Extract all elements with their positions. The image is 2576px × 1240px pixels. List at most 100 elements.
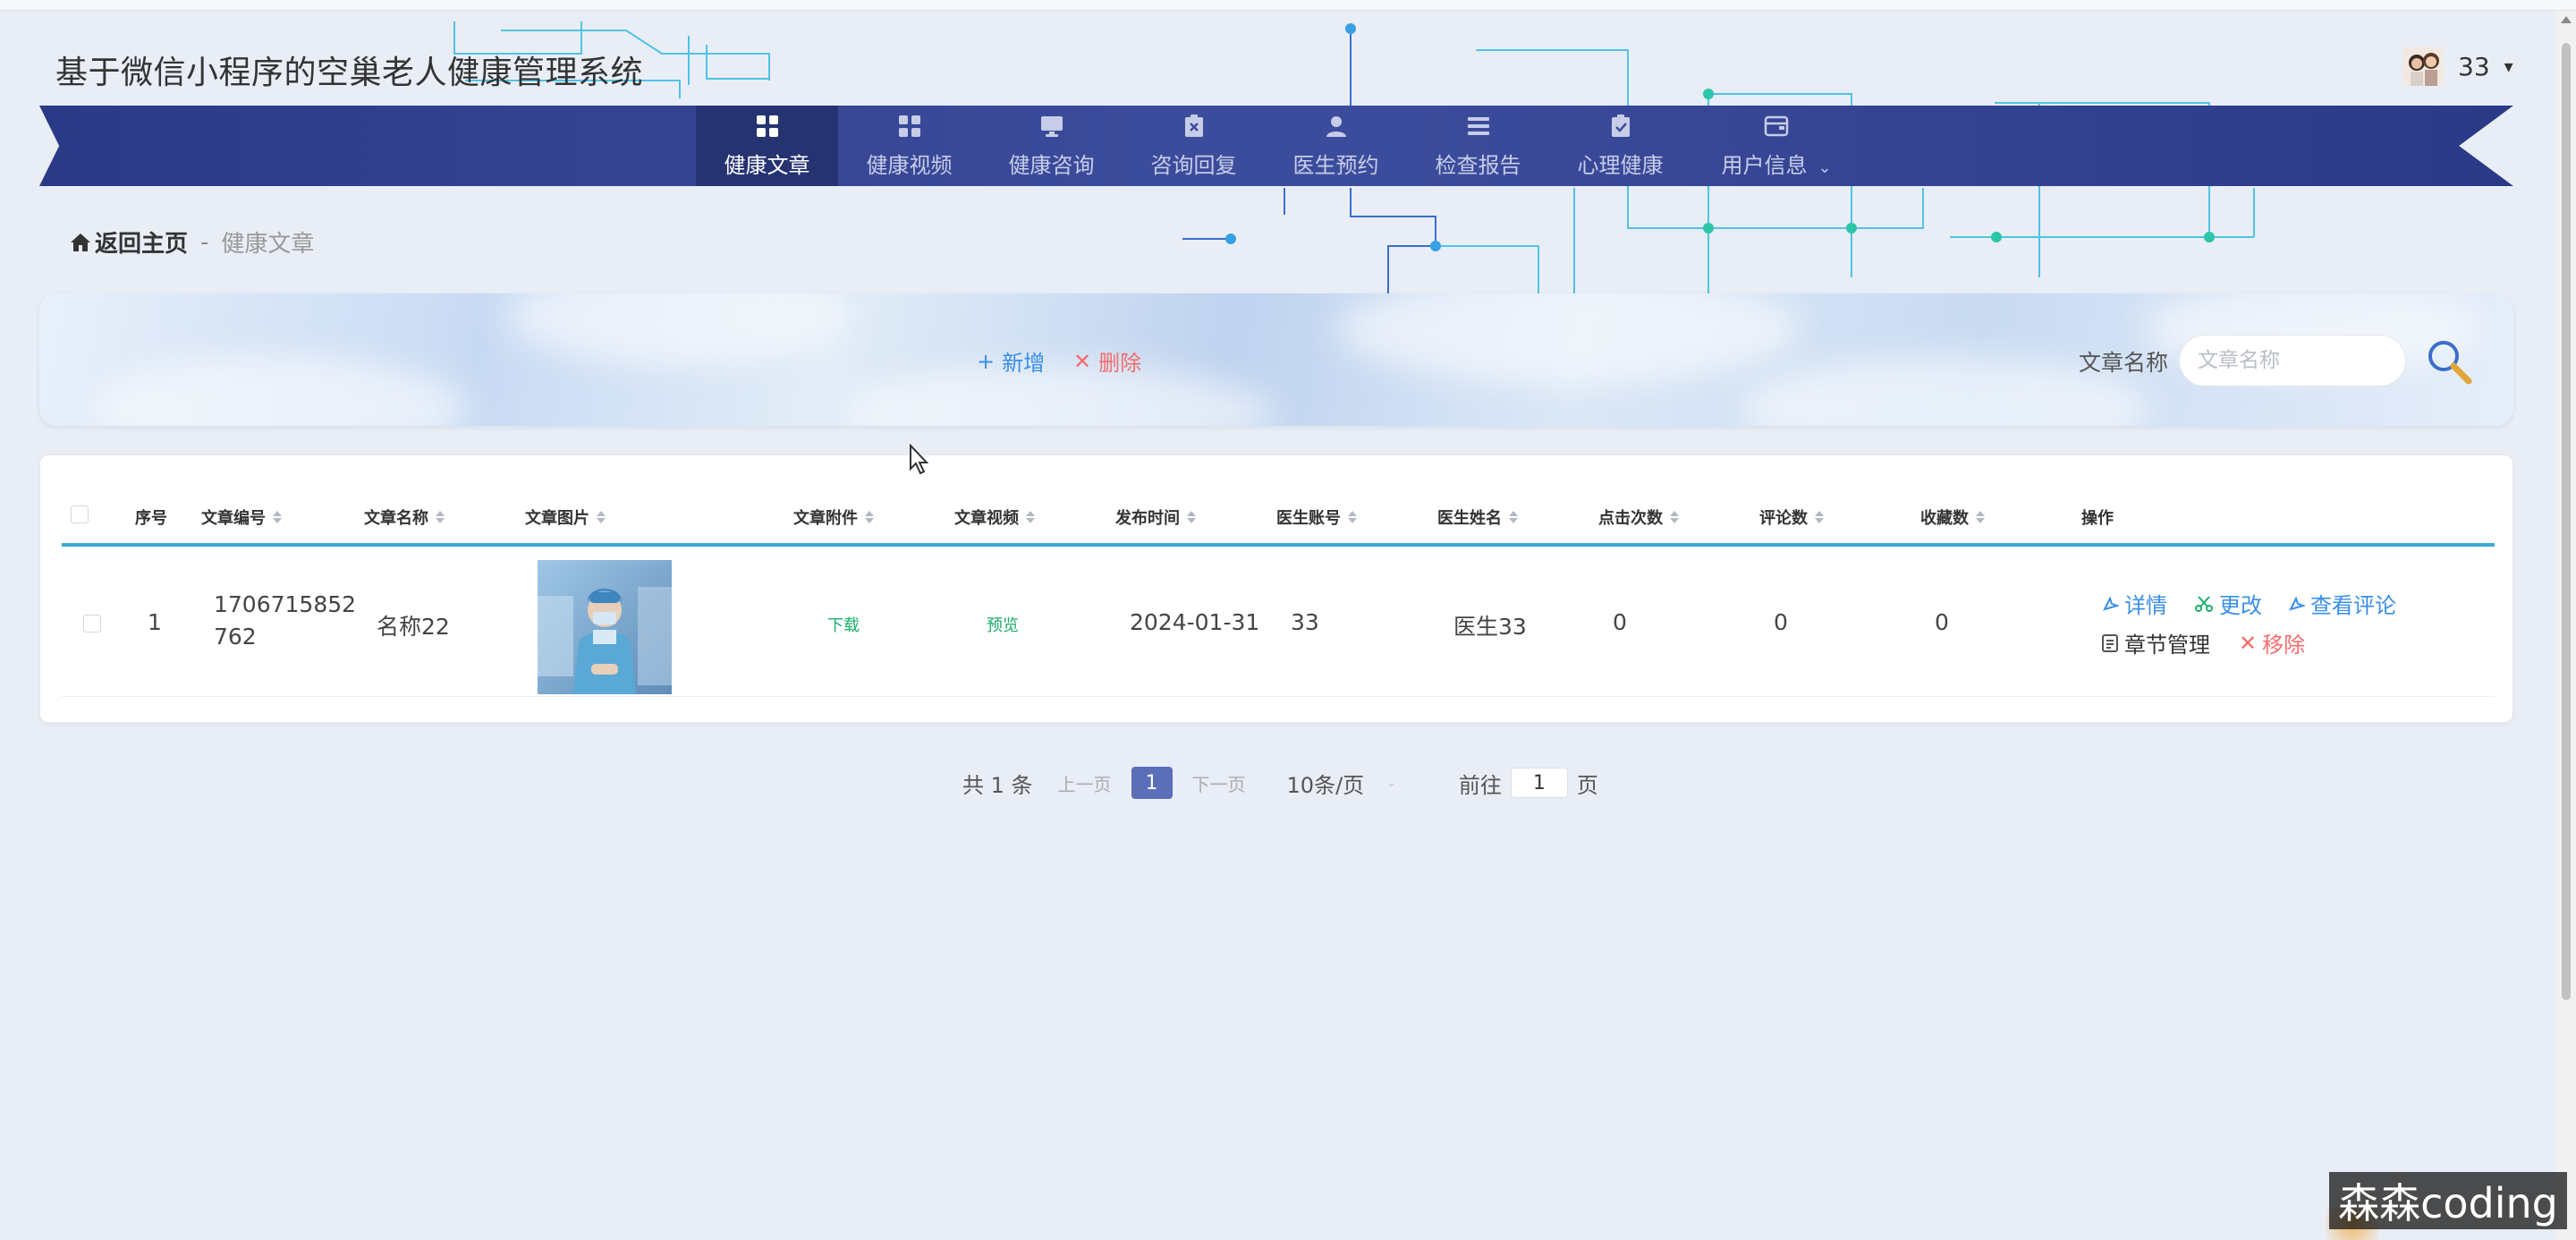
search-icon [2428,341,2472,385]
column-header[interactable]: 评论数 [1759,505,1824,529]
app-header: 基于微信小程序的空巢老人健康管理系统 33 ▾ [0,11,2558,106]
close-icon: ✕ [1073,348,1092,374]
sort-icon[interactable] [1348,511,1357,523]
sort-icon[interactable] [1187,511,1196,523]
search-label: 文章名称 [2079,350,2169,376]
add-button[interactable]: + 新增 [977,345,1045,377]
table-header: 序号 文章编号 文章名称 文章图片 文章附件 文章视频 发布时间 医生账号 医生… [62,482,2495,547]
cell-clicks: 0 [1613,609,1627,635]
data-table: 序号 文章编号 文章名称 文章图片 文章附件 文章视频 发布时间 医生账号 医生… [62,482,2495,706]
column-header[interactable]: 点击次数 [1598,505,1679,529]
download-attachment-link[interactable]: 下载 [827,613,860,636]
sort-icon[interactable] [1026,511,1035,523]
goto-page-input[interactable] [1510,768,1568,798]
user-menu[interactable]: 33 ▾ [2402,47,2513,86]
vertical-scrollbar[interactable] [2556,11,2576,1240]
nav-item-user-info[interactable]: 用户信息 ⌄ [1691,106,1861,186]
mouse-cursor-icon [910,444,929,475]
sort-icon[interactable] [1670,511,1679,523]
article-thumbnail[interactable] [538,560,672,694]
search-input[interactable] [2179,335,2406,386]
nav-item-health-consultation[interactable]: 健康咨询 [980,106,1123,186]
column-header[interactable]: 文章附件 [793,505,874,529]
select-all-checkbox[interactable] [71,505,89,523]
sort-icon[interactable] [597,511,606,523]
chapter-manage-button[interactable]: 章节管理 [2101,627,2210,658]
next-page-button[interactable]: 下一页 [1192,770,1246,796]
scrollbar-thumb[interactable] [2562,43,2571,1000]
sort-icon[interactable] [1976,511,1985,523]
column-header[interactable]: 文章视频 [954,505,1035,529]
sort-icon[interactable] [1509,511,1518,523]
user-dropdown-caret-icon[interactable]: ▾ [2504,55,2513,77]
scroll-up-arrow-icon[interactable] [2561,16,2572,23]
preview-video-link[interactable]: 预览 [987,613,1019,636]
column-header[interactable]: 发布时间 [1115,505,1196,529]
pointer-icon [2103,595,2119,611]
search-button[interactable] [2424,336,2474,386]
nav-item-health-videos[interactable]: 健康视频 [838,106,980,186]
monitor-icon [1039,114,1064,139]
column-header[interactable]: 文章图片 [525,505,606,529]
column-header[interactable]: 文章编号 [201,505,282,529]
column-header[interactable]: 医生姓名 [1437,505,1518,529]
nav-label: 健康视频 [866,152,953,178]
page-size-select[interactable]: 10条/页 ⌄ [1287,768,1396,799]
nav-label: 用户信息 ⌄ [1721,152,1832,178]
nav-label: 检查报告 [1435,152,1521,178]
column-header: 操作 [2081,509,2114,528]
view-comments-button[interactable]: 查看评论 [2287,588,2396,619]
pagination: 共 1 条 上一页 1 下一页 10条/页 ⌄ 前往 页 [962,762,1598,803]
sort-icon[interactable] [1815,511,1824,523]
breadcrumb: 返回主页 - 健康文章 [70,225,314,259]
chevron-down-icon: ⌄ [1385,776,1396,790]
page-number-1[interactable]: 1 [1131,767,1173,799]
remove-button[interactable]: ✕ 移除 [2239,627,2305,658]
site-title: 基于微信小程序的空巢老人健康管理系统 [55,55,644,91]
nav-item-exam-report[interactable]: 检查报告 [1407,106,1549,186]
cell-doctor-name: 医生33 [1453,614,1527,640]
clipboard-x-icon [1182,114,1207,139]
detail-button[interactable]: 详情 [2101,588,2167,619]
nav-label: 医生预约 [1292,152,1379,178]
row-checkbox[interactable] [83,615,101,633]
column-header[interactable]: 医生账号 [1276,505,1357,529]
home-link[interactable]: 返回主页 [70,225,188,259]
column-header: 序号 [135,509,167,528]
breadcrumb-current: 健康文章 [221,231,315,258]
plus-icon: + [977,348,996,374]
delete-button-label: 删除 [1098,351,1142,376]
nav-item-doctor-appointment[interactable]: 医生预约 [1265,106,1407,186]
column-header[interactable]: 收藏数 [1920,505,1985,529]
table-row[interactable]: 1 1706715852 762 名称22 下载 预览 2024-01-31 3… [62,550,2495,697]
window-top-edge [0,0,2576,11]
column-header[interactable]: 文章名称 [364,505,445,529]
cell-article-name: 名称22 [377,614,450,640]
nav-item-health-articles[interactable]: 健康文章 [696,106,838,186]
sort-icon[interactable] [273,511,282,523]
user-name[interactable]: 33 [2458,52,2490,81]
chevron-down-icon: ⌄ [1818,157,1832,177]
sort-icon[interactable] [865,511,874,523]
sort-icon[interactable] [436,511,445,523]
cell-comments: 0 [1774,609,1788,635]
home-link-label[interactable]: 返回主页 [95,225,188,259]
nav-label: 健康文章 [724,152,810,178]
close-icon: ✕ [2239,630,2258,656]
data-table-card: 序号 文章编号 文章名称 文章图片 文章附件 文章视频 发布时间 医生账号 医生… [39,454,2513,723]
cell-doctor-account: 33 [1291,609,1319,635]
delete-button[interactable]: ✕ 删除 [1073,345,1141,377]
user-avatar[interactable] [2402,47,2444,86]
prev-page-button[interactable]: 上一页 [1058,770,1112,796]
grid-icon [897,114,922,139]
scissors-icon [2195,595,2213,612]
nav-item-consultation-reply[interactable]: 咨询回复 [1123,106,1265,186]
cell-article-no-line1: 1706715852 [214,591,357,617]
nav-item-mental-health[interactable]: 心理健康 [1549,106,1691,186]
cell-article-no-line2: 762 [214,624,257,650]
clipboard-check-icon [1608,114,1633,139]
grid-icon [755,114,780,139]
main-nav: 健康文章 健康视频 健康咨询 咨询回复 医生预约 检查报告 心理健康 用户信息 … [696,106,1861,186]
add-button-label: 新增 [1002,351,1046,376]
edit-button[interactable]: 更改 [2194,588,2262,619]
